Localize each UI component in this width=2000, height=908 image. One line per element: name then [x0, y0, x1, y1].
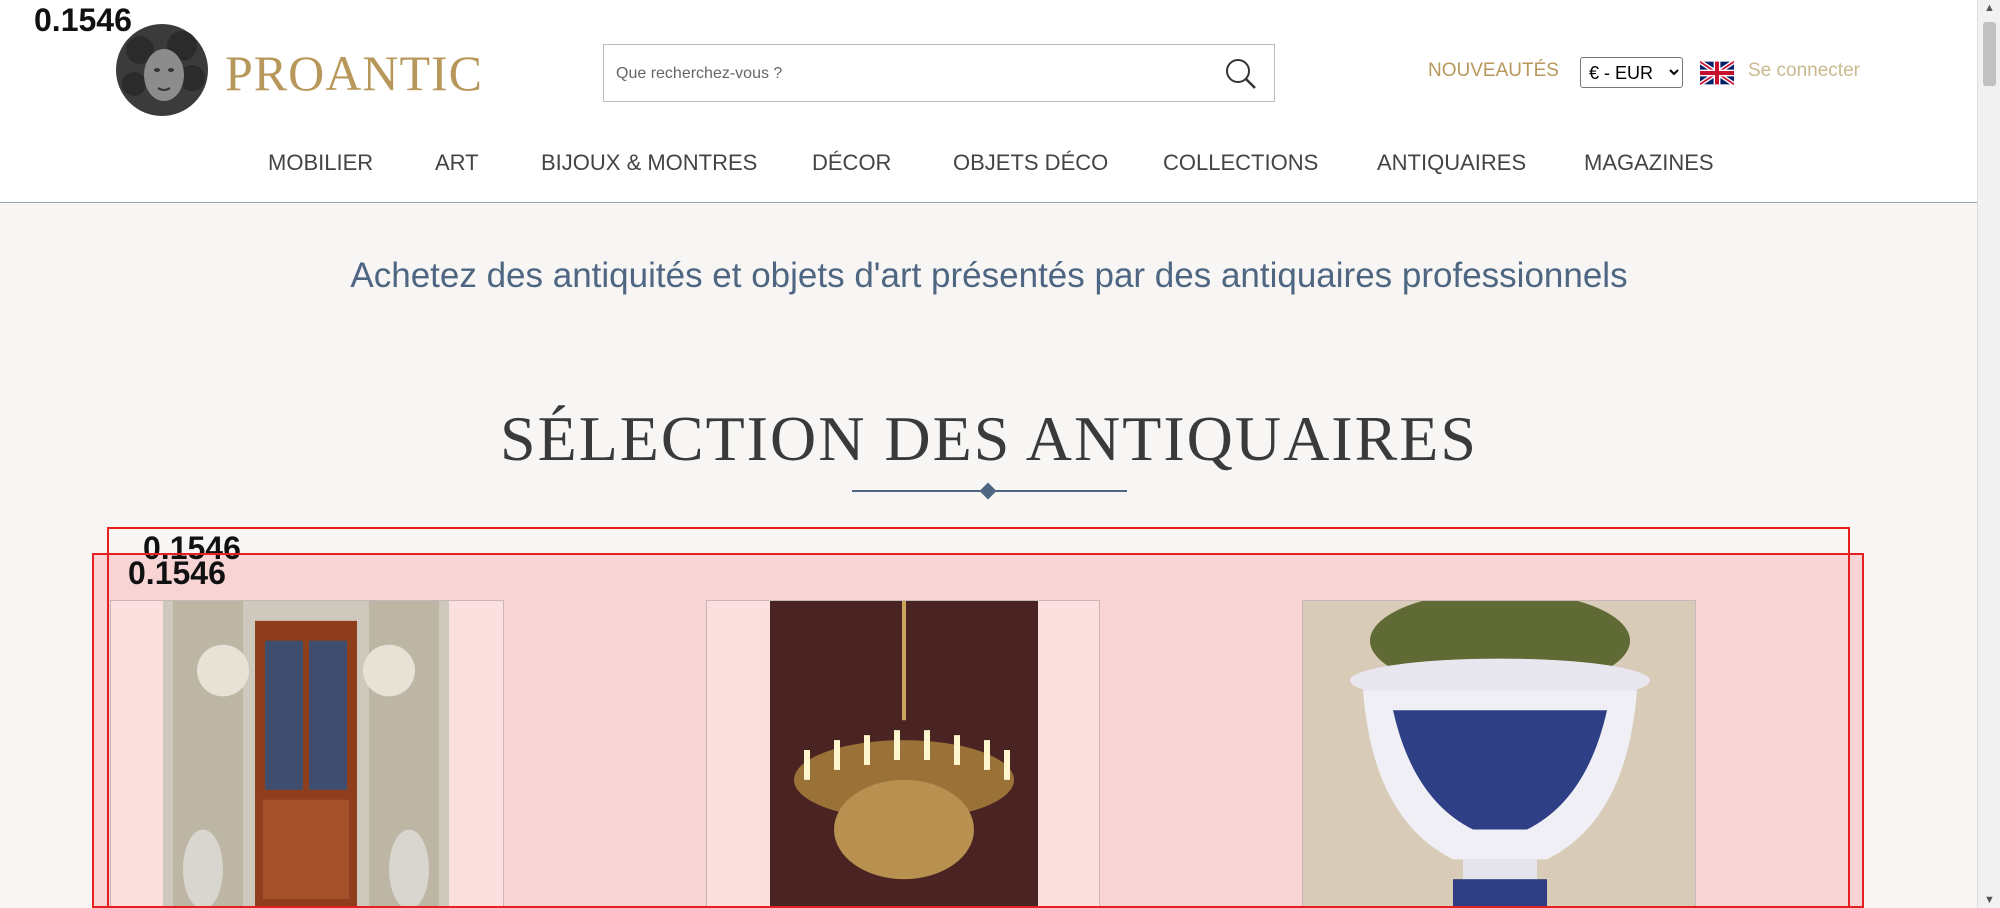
- score-label: 0.1546: [34, 2, 132, 38]
- nouveautes-link[interactable]: NOUVEAUTÉS: [1428, 60, 1559, 82]
- cabinet-image-icon: [163, 601, 449, 907]
- scroll-thumb[interactable]: [1983, 22, 1996, 86]
- main-nav: MOBILIER ART BIJOUX & MONTRES DÉCOR OBJE…: [0, 150, 1978, 190]
- nav-item-antiquaires[interactable]: ANTIQUAIRES: [1377, 150, 1526, 176]
- detection-score-b: 0.1546: [128, 555, 226, 591]
- site-header: PROANTIC NOUVEAUTÉS € - EUR Se connecter…: [0, 0, 1978, 203]
- nav-item-art[interactable]: ART: [435, 150, 479, 176]
- nav-item-collections[interactable]: COLLECTIONS: [1163, 150, 1318, 176]
- chandelier-image-icon: [770, 601, 1038, 907]
- search-icon[interactable]: [1222, 55, 1260, 93]
- section-title: SÉLECTION DES ANTIQUAIRES: [500, 403, 1478, 474]
- divider-diamond-icon: [979, 482, 997, 500]
- search-bar: [603, 44, 1275, 102]
- product-card-cabinet[interactable]: [110, 600, 504, 908]
- site-logo[interactable]: PROANTIC: [225, 44, 483, 102]
- search-input[interactable]: [614, 53, 1198, 95]
- page-tagline: Achetez des antiquités et objets d'art p…: [350, 256, 1628, 295]
- scroll-down-icon[interactable]: ▼: [1984, 894, 1995, 906]
- nav-item-mobilier[interactable]: MOBILIER: [268, 150, 373, 176]
- product-card-chandelier[interactable]: [706, 600, 1100, 908]
- vertical-scrollbar[interactable]: ▲ ▼: [1977, 0, 2000, 908]
- currency-select[interactable]: € - EUR: [1580, 57, 1683, 88]
- scroll-up-icon[interactable]: ▲: [1984, 2, 1995, 14]
- vase-image-icon: [1303, 601, 1695, 907]
- uk-flag-icon[interactable]: [1698, 59, 1736, 87]
- nav-item-magazines[interactable]: MAGAZINES: [1584, 150, 1714, 176]
- nav-item-objets-deco[interactable]: OBJETS DÉCO: [953, 150, 1108, 176]
- login-link[interactable]: Se connecter: [1748, 60, 1860, 82]
- nav-item-decor[interactable]: DÉCOR: [812, 150, 891, 176]
- product-card-vase[interactable]: [1302, 600, 1696, 908]
- nav-item-bijoux-montres[interactable]: BIJOUX & MONTRES: [541, 150, 757, 176]
